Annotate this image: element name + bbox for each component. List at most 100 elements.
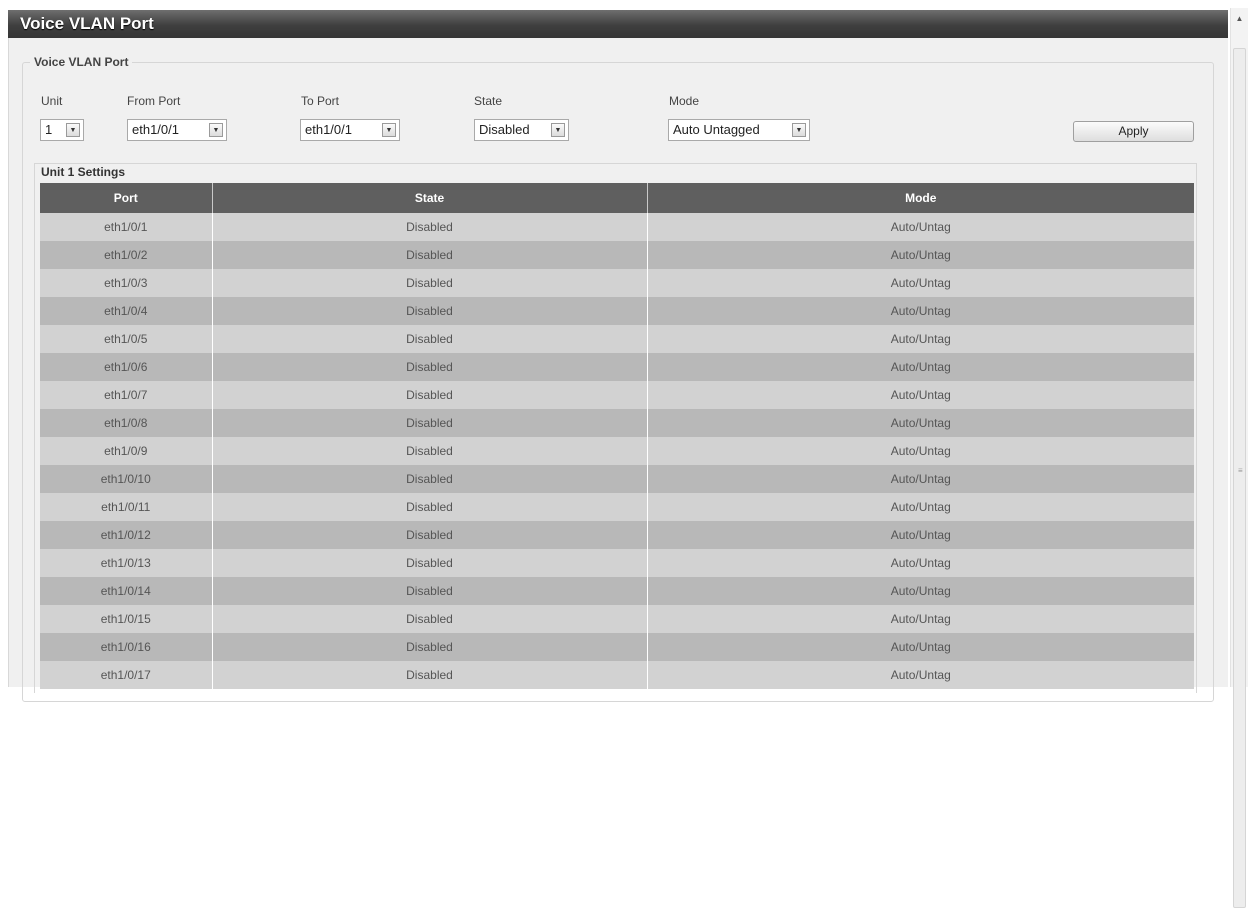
cell-state: Disabled [212, 297, 648, 325]
table-row: eth1/0/6 Disabled Auto/Untag [40, 353, 1194, 381]
state-select[interactable]: Disabled ▼ [474, 119, 569, 141]
to-port-select-value: eth1/0/1 [305, 122, 352, 137]
unit-settings-title: Unit 1 Settings [41, 165, 126, 179]
vertical-scrollbar[interactable]: ▲ ≡ [1230, 8, 1248, 908]
chevron-down-icon[interactable]: ▼ [209, 123, 223, 137]
cell-state: Disabled [212, 605, 648, 633]
cell-mode: Auto/Untag [647, 241, 1194, 269]
chevron-down-icon[interactable]: ▼ [382, 123, 396, 137]
mode-select[interactable]: Auto Untagged ▼ [668, 119, 810, 141]
column-header-mode: Mode [647, 183, 1194, 213]
cell-mode: Auto/Untag [647, 297, 1194, 325]
table-row: eth1/0/17 Disabled Auto/Untag [40, 661, 1194, 689]
cell-mode: Auto/Untag [647, 353, 1194, 381]
cell-state: Disabled [212, 633, 648, 661]
cell-mode: Auto/Untag [647, 493, 1194, 521]
table-row: eth1/0/7 Disabled Auto/Untag [40, 381, 1194, 409]
cell-state: Disabled [212, 325, 648, 353]
cell-state: Disabled [212, 437, 648, 465]
table-row: eth1/0/11 Disabled Auto/Untag [40, 493, 1194, 521]
chevron-down-icon[interactable]: ▼ [66, 123, 80, 137]
column-header-state: State [212, 183, 648, 213]
table-row: eth1/0/4 Disabled Auto/Untag [40, 297, 1194, 325]
cell-state: Disabled [212, 409, 648, 437]
table-row: eth1/0/15 Disabled Auto/Untag [40, 605, 1194, 633]
cell-mode: Auto/Untag [647, 605, 1194, 633]
from-port-select[interactable]: eth1/0/1 ▼ [127, 119, 227, 141]
cell-port: eth1/0/13 [40, 549, 213, 577]
cell-mode: Auto/Untag [647, 269, 1194, 297]
cell-port: eth1/0/7 [40, 381, 213, 409]
cell-state: Disabled [212, 661, 648, 689]
cell-port: eth1/0/1 [40, 213, 213, 241]
cell-state: Disabled [212, 269, 648, 297]
cell-mode: Auto/Untag [647, 325, 1194, 353]
table-row: eth1/0/8 Disabled Auto/Untag [40, 409, 1194, 437]
mode-select-value: Auto Untagged [673, 122, 760, 137]
grip-icon: ≡ [1238, 466, 1243, 475]
state-select-value: Disabled [479, 122, 530, 137]
cell-mode: Auto/Untag [647, 409, 1194, 437]
table-header-row: Port State Mode [40, 183, 1194, 213]
cell-state: Disabled [212, 241, 648, 269]
cell-state: Disabled [212, 353, 648, 381]
cell-port: eth1/0/9 [40, 437, 213, 465]
table-row: eth1/0/2 Disabled Auto/Untag [40, 241, 1194, 269]
mode-label: Mode [669, 94, 700, 108]
unit-select[interactable]: 1 ▼ [40, 119, 84, 141]
scrollbar-thumb[interactable]: ≡ [1233, 48, 1246, 908]
table-row: eth1/0/5 Disabled Auto/Untag [40, 325, 1194, 353]
cell-port: eth1/0/16 [40, 633, 213, 661]
column-header-port: Port [40, 183, 213, 213]
table-row: eth1/0/13 Disabled Auto/Untag [40, 549, 1194, 577]
cell-port: eth1/0/11 [40, 493, 213, 521]
unit-label: Unit [41, 94, 63, 108]
unit-select-value: 1 [45, 122, 53, 137]
cell-port: eth1/0/10 [40, 465, 213, 493]
cell-mode: Auto/Untag [647, 661, 1194, 689]
cell-port: eth1/0/5 [40, 325, 213, 353]
cell-state: Disabled [212, 213, 648, 241]
cell-port: eth1/0/2 [40, 241, 213, 269]
fieldset-legend: Voice VLAN Port [30, 55, 133, 69]
cell-mode: Auto/Untag [647, 521, 1194, 549]
to-port-select[interactable]: eth1/0/1 ▼ [300, 119, 400, 141]
cell-mode: Auto/Untag [647, 633, 1194, 661]
table-row: eth1/0/3 Disabled Auto/Untag [40, 269, 1194, 297]
chevron-down-icon[interactable]: ▼ [551, 123, 565, 137]
cell-state: Disabled [212, 521, 648, 549]
cell-mode: Auto/Untag [647, 465, 1194, 493]
cell-port: eth1/0/3 [40, 269, 213, 297]
cell-mode: Auto/Untag [647, 549, 1194, 577]
cell-port: eth1/0/6 [40, 353, 213, 381]
table-row: eth1/0/16 Disabled Auto/Untag [40, 633, 1194, 661]
from-port-select-value: eth1/0/1 [132, 122, 179, 137]
cell-port: eth1/0/8 [40, 409, 213, 437]
voice-vlan-port-table: Port State Mode eth1/0/1 Disabled Auto/Unt… [40, 183, 1194, 689]
cell-mode: Auto/Untag [647, 213, 1194, 241]
chevron-up-icon[interactable]: ▲ [1231, 12, 1248, 26]
table-row: eth1/0/9 Disabled Auto/Untag [40, 437, 1194, 465]
to-port-label: To Port [301, 94, 340, 108]
table-row: eth1/0/10 Disabled Auto/Untag [40, 465, 1194, 493]
cell-port: eth1/0/15 [40, 605, 213, 633]
cell-port: eth1/0/4 [40, 297, 213, 325]
from-port-label: From Port [127, 94, 181, 108]
table-row: eth1/0/1 Disabled Auto/Untag [40, 213, 1194, 241]
table-row: eth1/0/12 Disabled Auto/Untag [40, 521, 1194, 549]
apply-button[interactable]: Apply [1073, 121, 1194, 142]
cell-port: eth1/0/14 [40, 577, 213, 605]
table-body: eth1/0/1 Disabled Auto/Untag eth1/0/2 Disabl… [40, 213, 1194, 689]
chevron-down-icon[interactable]: ▼ [792, 123, 806, 137]
state-label: State [474, 94, 503, 108]
cell-mode: Auto/Untag [647, 381, 1194, 409]
cell-state: Disabled [212, 577, 648, 605]
cell-mode: Auto/Untag [647, 577, 1194, 605]
cell-port: eth1/0/17 [40, 661, 213, 689]
cell-state: Disabled [212, 381, 648, 409]
window-title: Voice VLAN Port [8, 10, 1228, 38]
cell-state: Disabled [212, 465, 648, 493]
table-row: eth1/0/14 Disabled Auto/Untag [40, 577, 1194, 605]
cell-state: Disabled [212, 493, 648, 521]
cell-port: eth1/0/12 [40, 521, 213, 549]
